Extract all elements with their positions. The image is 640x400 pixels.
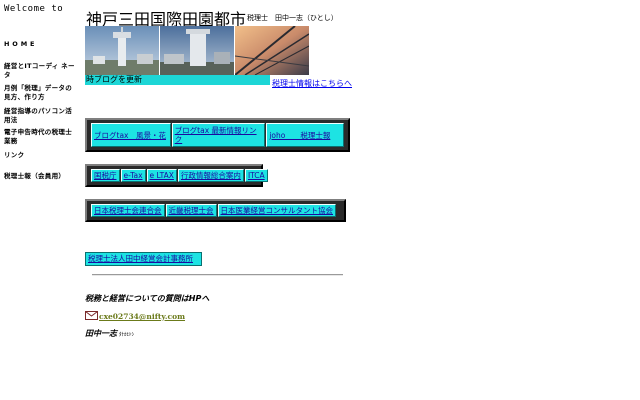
email-link[interactable]: cxe02734@nifty.com (99, 312, 185, 321)
sidebar-item-links[interactable]: リンク (4, 151, 64, 160)
office-link[interactable]: 税理士法人田中経営会計事務所 (85, 252, 202, 266)
eltax-button[interactable]: e LTAX (146, 169, 177, 182)
tower-photo (85, 26, 159, 75)
sidebar-item-members[interactable]: 税理士報（会員用） (4, 172, 78, 181)
building-photo (160, 26, 234, 75)
sidebar: Welcome to H O M E 経営とITコーディ ネータ 月例「税理」デ… (0, 0, 80, 400)
blog-tax-scenery-button[interactable]: ブログtax 風景・花 (91, 123, 171, 147)
medical-consultant-button[interactable]: 日本医業経営コンサルタント協会 (217, 204, 336, 217)
sidebar-item-pc-guidance[interactable]: 経営指導のパソコン活用法 (4, 107, 76, 125)
association-links-bar: 日本税理士会連合会 近畿税理士会 日本医業経営コンサルタント協会 (85, 199, 346, 222)
gov-info-button[interactable]: 行政情報総合案内 (177, 169, 244, 182)
page-subtitle: 税理士 田中一志（ひとし） (247, 14, 338, 22)
sidebar-item-it-coordinator[interactable]: 経営とITコーディ ネータ (4, 62, 76, 80)
blog-tax-latest-button[interactable]: ブログtax 最新情報リンク (171, 123, 266, 147)
sidebar-item-home[interactable]: H O M E (4, 40, 64, 49)
jftc-button[interactable]: 日本税理士会連合会 (91, 204, 165, 217)
sidebar-item-monthly-data[interactable]: 月例「税理」データの見方、作り方 (4, 84, 78, 102)
signature-name: 田中一志 (85, 329, 117, 338)
kinki-tax-button[interactable]: 近畿税理士会 (165, 204, 217, 217)
welcome-text: Welcome to (4, 4, 64, 14)
government-links-bar: 国税庁 e-Tax e LTAX 行政情報総合案内 ITCA (85, 164, 268, 187)
question-text: 税務と経営についての質問はHPへ (85, 294, 210, 303)
e-tax-button[interactable]: e-Tax (120, 169, 146, 182)
signature-reading: ﾀﾅｶﾋﾄｼ (119, 332, 135, 338)
divider (92, 274, 343, 276)
sunset-photo (235, 26, 309, 75)
mail-icon (85, 311, 98, 320)
tax-info-link[interactable]: 税理士情報はこちらへ (85, 79, 357, 89)
sidebar-item-e-filing[interactable]: 電子申告時代の税理士業務 (4, 128, 76, 146)
signature: 田中一志 ﾀﾅｶﾋﾄｼ (85, 328, 134, 339)
nta-button[interactable]: 国税庁 (91, 169, 120, 182)
blog-links-bar: ブログtax 風景・花 ブログtax 最新情報リンク joho 税理士報 (85, 118, 350, 152)
itca-button[interactable]: ITCA (244, 169, 268, 182)
joho-newsletter-button[interactable]: joho 税理士報 (266, 123, 344, 147)
